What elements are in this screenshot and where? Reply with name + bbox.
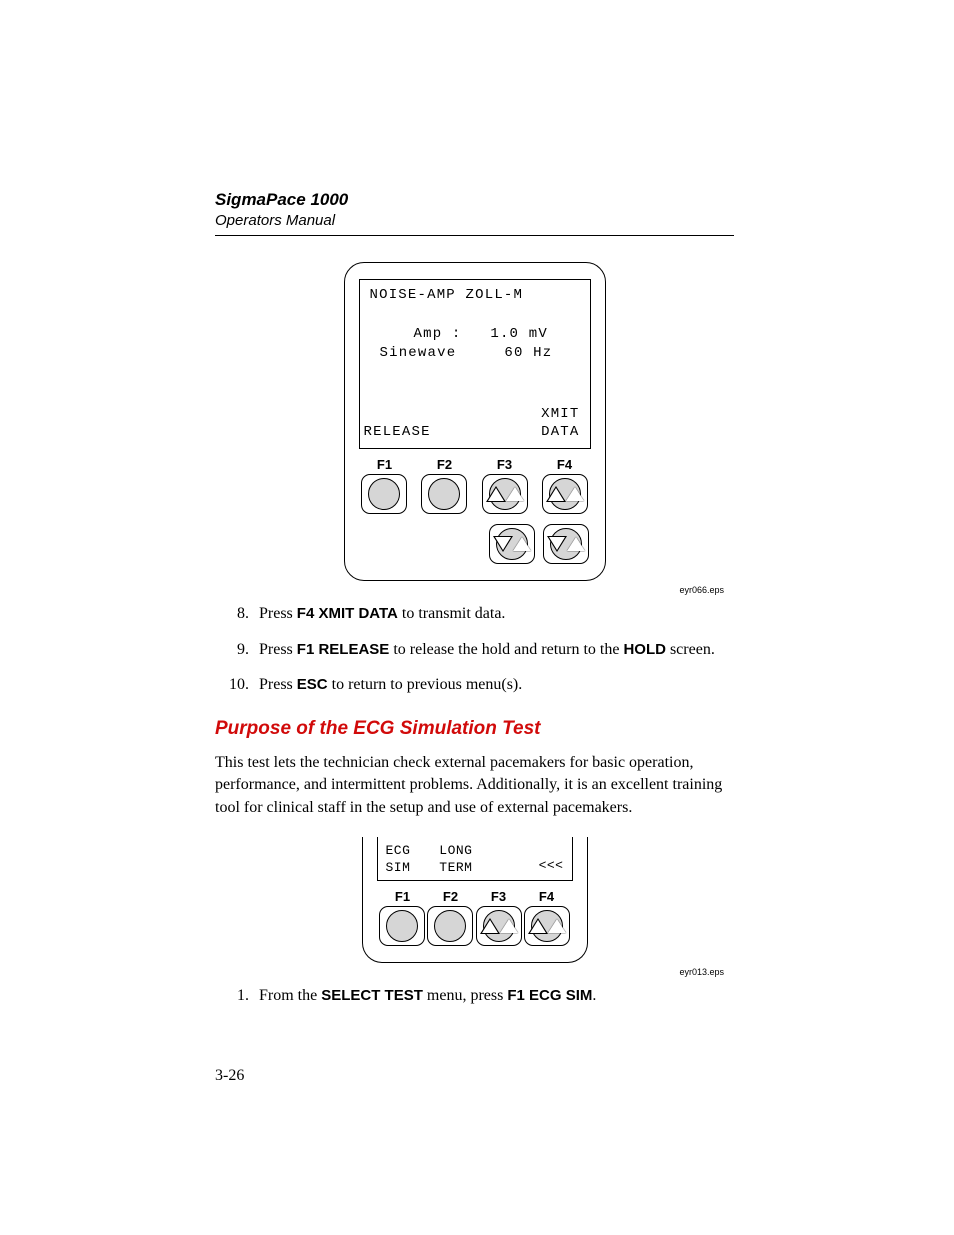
lcd1-amp-label: Amp : bbox=[414, 326, 462, 342]
f1-button[interactable] bbox=[379, 906, 425, 946]
doc-subtitle: Operators Manual bbox=[215, 212, 734, 229]
circle-icon bbox=[368, 478, 400, 510]
fkey-label-row-1: F1 F2 F3 F4 bbox=[359, 457, 591, 472]
triangle-up-icon bbox=[531, 910, 563, 942]
f1-label: F1 bbox=[363, 457, 407, 472]
f3-up-button[interactable] bbox=[476, 906, 522, 946]
t: Press bbox=[259, 641, 297, 658]
lcd1-xmit: XMIT bbox=[541, 405, 579, 424]
step-num: 9. bbox=[215, 639, 259, 661]
bold: HOLD bbox=[623, 641, 666, 658]
lcd2-c2a: LONG bbox=[439, 843, 472, 859]
t: to transmit data. bbox=[398, 605, 506, 622]
doc-title: SigmaPace 1000 bbox=[215, 190, 734, 210]
device-panel-1: NOISE-AMP ZOLL-M Amp : 1.0 mV Sinewave 6… bbox=[344, 262, 606, 581]
f4-label: F4 bbox=[543, 457, 587, 472]
t: to return to previous menu(s). bbox=[328, 676, 523, 693]
figure1-caption: eyr066.eps bbox=[215, 585, 724, 595]
lcd2-c1a: ECG bbox=[386, 843, 411, 859]
triangle-up-icon bbox=[483, 910, 515, 942]
circle-icon bbox=[428, 478, 460, 510]
t: Press bbox=[259, 676, 297, 693]
t: . bbox=[592, 987, 596, 1004]
bold: F1 RELEASE bbox=[297, 641, 390, 658]
step-num: 1. bbox=[215, 985, 259, 1007]
f1-button[interactable] bbox=[361, 474, 407, 514]
steps-list-a: 8. Press F4 XMIT DATA to transmit data. … bbox=[215, 603, 734, 696]
lcd1-amp-value: 1.0 mV bbox=[490, 326, 548, 342]
t: menu, press bbox=[423, 987, 507, 1004]
f3-up-button[interactable] bbox=[482, 474, 528, 514]
lcd1-sine-value: 60 Hz bbox=[504, 345, 552, 361]
figure2-caption: eyr013.eps bbox=[215, 967, 724, 977]
step-10: 10. Press ESC to return to previous menu… bbox=[215, 674, 734, 696]
f3-down-button[interactable] bbox=[489, 524, 535, 564]
step-text: From the SELECT TEST menu, press F1 ECG … bbox=[259, 985, 734, 1007]
section-paragraph: This test lets the technician check exte… bbox=[215, 752, 734, 819]
step-9: 9. Press F1 RELEASE to release the hold … bbox=[215, 639, 734, 661]
lcd2-col1: ECG SIM bbox=[386, 843, 411, 876]
lcd1-line1: NOISE-AMP ZOLL-M bbox=[370, 286, 580, 305]
step-text: Press F1 RELEASE to release the hold and… bbox=[259, 639, 734, 661]
f4-down-button[interactable] bbox=[543, 524, 589, 564]
lcd1-amp-row: Amp : 1.0 mV bbox=[370, 325, 580, 344]
step-text: Press ESC to return to previous menu(s). bbox=[259, 674, 734, 696]
device-panel-2: ECG SIM LONG TERM <<< F1 F2 F3 F4 bbox=[362, 837, 588, 963]
fkey-button-row-1 bbox=[359, 474, 591, 514]
f2-button[interactable] bbox=[421, 474, 467, 514]
lcd2-chev: <<< bbox=[539, 858, 564, 876]
lcd-screen-1: NOISE-AMP ZOLL-M Amp : 1.0 mV Sinewave 6… bbox=[359, 279, 591, 449]
f4-label: F4 bbox=[525, 889, 569, 904]
step-num: 10. bbox=[215, 674, 259, 696]
fkey-button-row-2 bbox=[377, 906, 573, 946]
t: From the bbox=[259, 987, 321, 1004]
step-1: 1. From the SELECT TEST menu, press F1 E… bbox=[215, 985, 734, 1007]
section-heading: Purpose of the ECG Simulation Test bbox=[215, 718, 734, 740]
f3-label: F3 bbox=[483, 457, 527, 472]
header-rule bbox=[215, 235, 734, 236]
f4-up-button[interactable] bbox=[542, 474, 588, 514]
lcd1-sine-label: Sinewave bbox=[380, 345, 457, 361]
bold: SELECT TEST bbox=[321, 987, 423, 1004]
t: screen. bbox=[666, 641, 715, 658]
triangle-down-icon bbox=[550, 528, 582, 560]
triangle-down-icon bbox=[496, 528, 528, 560]
triangle-up-icon bbox=[549, 478, 581, 510]
f2-label: F2 bbox=[429, 889, 473, 904]
f1-label: F1 bbox=[381, 889, 425, 904]
lcd2-c1b: SIM bbox=[386, 860, 411, 876]
t: to release the hold and return to the bbox=[389, 641, 623, 658]
t: Press bbox=[259, 605, 297, 622]
f2-label: F2 bbox=[423, 457, 467, 472]
steps-list-b: 1. From the SELECT TEST menu, press F1 E… bbox=[215, 985, 734, 1007]
circle-icon bbox=[434, 910, 466, 942]
lcd2-col2: LONG TERM bbox=[439, 843, 472, 876]
lcd1-data: DATA bbox=[541, 423, 579, 442]
page-number: 3-26 bbox=[215, 1067, 244, 1085]
bold: F4 XMIT DATA bbox=[297, 605, 398, 622]
circle-icon bbox=[386, 910, 418, 942]
lcd1-release: RELEASE bbox=[364, 423, 431, 442]
step-8: 8. Press F4 XMIT DATA to transmit data. bbox=[215, 603, 734, 625]
lcd2-col3 bbox=[501, 860, 509, 876]
triangle-up-icon bbox=[489, 478, 521, 510]
lcd2-c2b: TERM bbox=[439, 860, 472, 876]
f4-up-button[interactable] bbox=[524, 906, 570, 946]
f3-label: F3 bbox=[477, 889, 521, 904]
lcd1-sine-row: Sinewave 60 Hz bbox=[370, 344, 580, 363]
fkey-button-row-1b bbox=[359, 524, 591, 564]
lcd-screen-2: ECG SIM LONG TERM <<< bbox=[377, 837, 573, 881]
fkey-label-row-2: F1 F2 F3 F4 bbox=[377, 889, 573, 904]
step-num: 8. bbox=[215, 603, 259, 625]
f2-button[interactable] bbox=[427, 906, 473, 946]
bold: ESC bbox=[297, 676, 328, 693]
step-text: Press F4 XMIT DATA to transmit data. bbox=[259, 603, 734, 625]
bold: F1 ECG SIM bbox=[507, 987, 592, 1004]
